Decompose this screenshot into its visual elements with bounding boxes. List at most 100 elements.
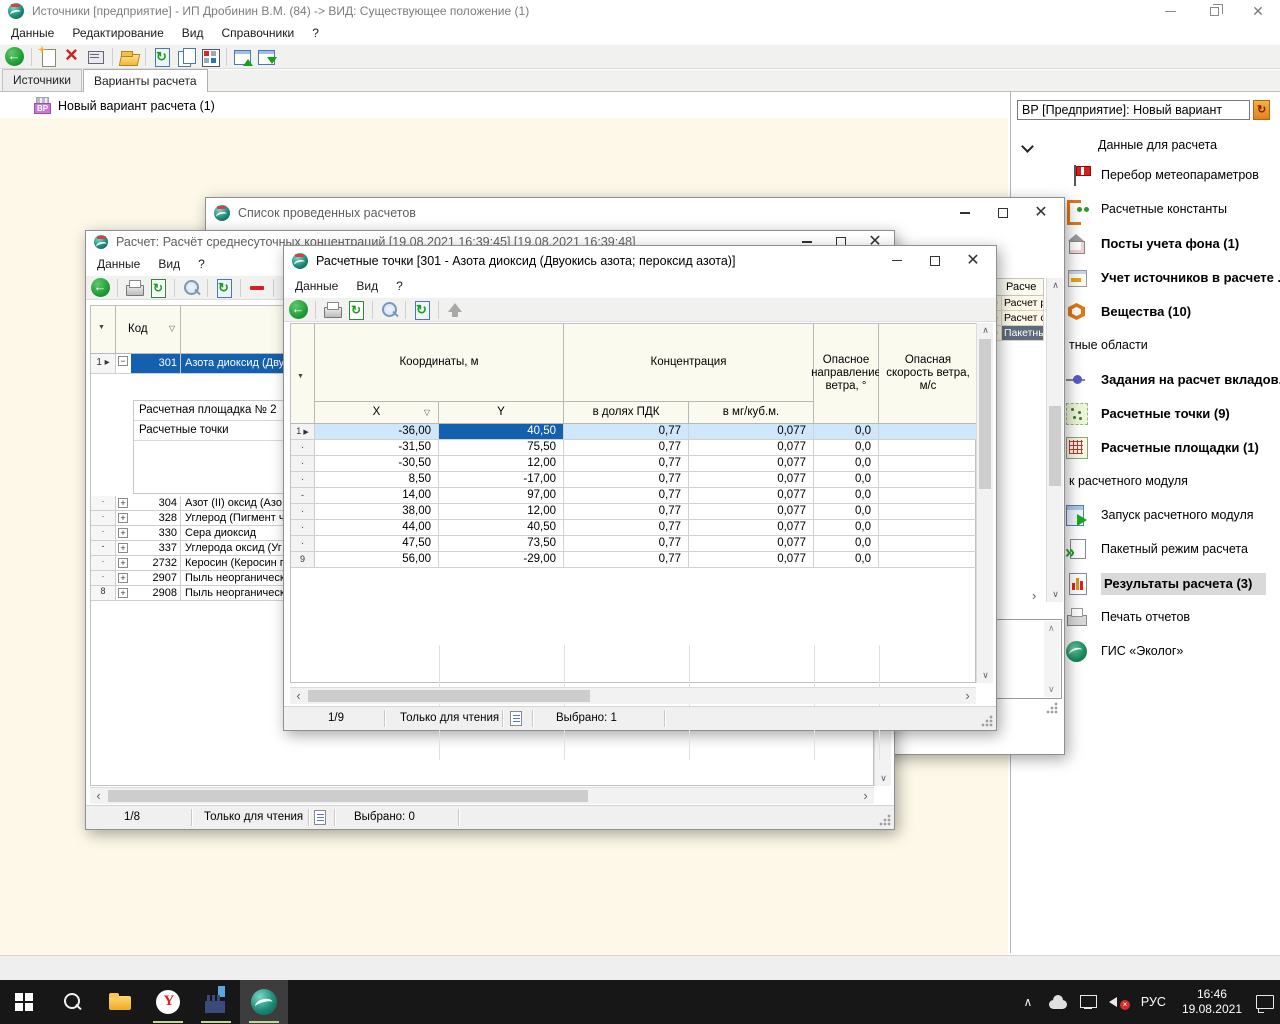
code-cell[interactable]: +328: [116, 511, 181, 526]
resize-grip[interactable]: [878, 813, 891, 826]
yandex-browser-button[interactable]: [144, 980, 192, 1024]
magnifier-icon[interactable]: [180, 277, 202, 299]
x-cell[interactable]: -30,50: [315, 456, 439, 472]
x-cell[interactable]: 44,00: [315, 520, 439, 536]
menu-item-?[interactable]: ?: [189, 253, 214, 274]
tab-sources[interactable]: Источники: [2, 69, 82, 91]
expand-icon[interactable]: +: [116, 496, 131, 510]
dir-cell[interactable]: 0,0: [814, 472, 879, 488]
expand-icon[interactable]: +: [116, 541, 131, 555]
variant-field[interactable]: ВР [Предприятие]: Новый вариант: [1017, 100, 1250, 120]
resize-grip[interactable]: [980, 714, 993, 727]
menu-item-?[interactable]: ?: [387, 275, 412, 296]
table-row[interactable]: ·38,0012,000,770,0770,0: [291, 504, 977, 520]
network-icon[interactable]: [1075, 980, 1101, 1024]
speed-cell[interactable]: [879, 504, 977, 520]
dir-cell[interactable]: 0,0: [814, 440, 879, 456]
maximize-button[interactable]: [916, 246, 954, 275]
x-cell[interactable]: 8,50: [315, 472, 439, 488]
start-button[interactable]: [0, 980, 48, 1024]
close-button[interactable]: ✕: [954, 246, 992, 275]
pdk-cell[interactable]: 0,77: [564, 424, 689, 440]
close-button[interactable]: ✕: [1022, 198, 1060, 228]
volume-muted-icon[interactable]: [1105, 980, 1131, 1024]
menu-item-вид[interactable]: Вид: [173, 22, 213, 43]
minimize-button[interactable]: [1148, 0, 1192, 22]
refresh-icon[interactable]: [213, 277, 235, 299]
speed-cell[interactable]: [879, 520, 977, 536]
calc-hscrollbar[interactable]: [90, 787, 874, 804]
dir-cell[interactable]: 0,0: [814, 504, 879, 520]
orange-refresh-icon[interactable]: [1253, 100, 1270, 120]
speed-cell[interactable]: [879, 472, 977, 488]
y-cell[interactable]: 73,50: [439, 536, 564, 552]
mg-cell[interactable]: 0,077: [689, 424, 814, 440]
coords-group-header[interactable]: Координаты, м: [315, 324, 564, 402]
x-cell[interactable]: -36,00: [315, 424, 439, 440]
expand-icon[interactable]: +: [116, 586, 131, 600]
table-row[interactable]: ·-30,5012,000,770,0770,0: [291, 456, 977, 472]
speed-cell[interactable]: [879, 552, 977, 568]
code-cell[interactable]: +330: [116, 526, 181, 541]
pdk-cell[interactable]: 0,77: [564, 456, 689, 472]
open-folder-icon[interactable]: [118, 46, 140, 68]
sidebar-section-data[interactable]: Данные для расчета: [1011, 136, 1280, 156]
expand-icon[interactable]: +: [116, 526, 131, 540]
menu-item-?[interactable]: ?: [303, 22, 328, 43]
code-cell[interactable]: +2907: [116, 571, 181, 586]
menu-item-вид[interactable]: Вид: [347, 275, 387, 296]
x-cell[interactable]: 14,00: [315, 488, 439, 504]
points-table[interactable]: Координаты, м Концентрация Опасное напра…: [290, 323, 976, 683]
y-cell[interactable]: 12,00: [439, 504, 564, 520]
mg-column-header[interactable]: в мг/куб.м.: [689, 402, 814, 424]
list-table-row[interactable]: оРасчет р: [989, 296, 1044, 311]
dir-cell[interactable]: 0,0: [814, 520, 879, 536]
tray-chevron-up-icon[interactable]: [1015, 980, 1041, 1024]
resize-grip[interactable]: [1045, 701, 1058, 714]
list-table-header[interactable]: Расче: [989, 278, 1044, 296]
table-row[interactable]: 1▶-36,0040,500,770,0770,0: [291, 424, 977, 440]
speed-cell[interactable]: [879, 424, 977, 440]
printer-icon[interactable]: [123, 277, 145, 299]
menu-item-данные[interactable]: Данные: [88, 253, 149, 274]
restore-button[interactable]: [1192, 0, 1236, 22]
mg-cell[interactable]: 0,077: [689, 520, 814, 536]
x-column-header[interactable]: X▽: [315, 402, 439, 424]
notification-center-icon[interactable]: [1252, 980, 1278, 1024]
printer-icon[interactable]: [321, 299, 343, 321]
speed-cell[interactable]: [879, 536, 977, 552]
y-cell[interactable]: 40,50: [439, 424, 564, 440]
pdk-cell[interactable]: 0,77: [564, 472, 689, 488]
maximize-button[interactable]: [984, 198, 1022, 228]
code-cell[interactable]: −301: [116, 354, 181, 374]
x-cell[interactable]: 38,00: [315, 504, 439, 520]
upload-disabled-icon[interactable]: [444, 299, 466, 321]
table-row[interactable]: -14,0097,000,770,0770,0: [291, 488, 977, 504]
speed-cell[interactable]: [879, 488, 977, 504]
wind-speed-header[interactable]: Опасная скорость ветра, м/с: [879, 324, 977, 424]
list-table-row[interactable]: оРасчет с: [989, 311, 1044, 326]
menu-item-данные[interactable]: Данные: [2, 22, 63, 43]
y-cell[interactable]: 12,00: [439, 456, 564, 472]
speed-cell[interactable]: [879, 440, 977, 456]
mg-cell[interactable]: 0,077: [689, 472, 814, 488]
remove-icon[interactable]: [246, 277, 268, 299]
back-icon[interactable]: [288, 299, 310, 321]
collapse-icon[interactable]: −: [116, 354, 131, 373]
column-select-icon[interactable]: [91, 306, 116, 354]
dir-cell[interactable]: 0,0: [814, 488, 879, 504]
list-scrollbar[interactable]: [1046, 278, 1063, 602]
y-cell[interactable]: 40,50: [439, 520, 564, 536]
memo-scrollbar[interactable]: [1044, 621, 1060, 697]
new-icon[interactable]: [37, 46, 59, 68]
onedrive-cloud-icon[interactable]: [1045, 980, 1071, 1024]
table-down-icon[interactable]: [256, 46, 278, 68]
ecolog-app-button[interactable]: [240, 980, 288, 1024]
pdk-cell[interactable]: 0,77: [564, 552, 689, 568]
points-hscrollbar[interactable]: [290, 687, 976, 704]
menu-item-редактирование[interactable]: Редактирование: [63, 22, 172, 43]
expand-icon[interactable]: +: [116, 511, 131, 525]
import-icon[interactable]: [199, 46, 221, 68]
tree-row[interactable]: ВР Новый вариант расчета (1): [0, 93, 1008, 118]
mg-cell[interactable]: 0,077: [689, 456, 814, 472]
